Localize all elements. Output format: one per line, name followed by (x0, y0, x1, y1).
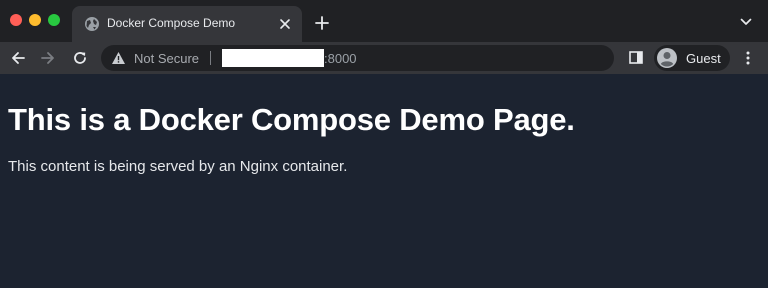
chevron-down-icon[interactable] (740, 18, 752, 26)
security-status-label[interactable]: Not Secure (134, 51, 199, 66)
back-arrow-icon[interactable] (10, 50, 26, 66)
close-tab-icon[interactable] (278, 17, 292, 31)
side-panel-icon[interactable] (629, 51, 643, 64)
browser-toolbar: Not Secure :8000 Guest (0, 42, 768, 74)
guest-avatar-icon (657, 48, 677, 68)
tab-title: Docker Compose Demo (107, 16, 236, 30)
profile-label: Guest (686, 51, 721, 66)
close-window-button[interactable] (10, 14, 22, 26)
page-content: This is a Docker Compose Demo Page. This… (0, 74, 768, 288)
zoom-window-button[interactable] (48, 14, 60, 26)
reload-icon[interactable] (72, 50, 88, 66)
more-menu-icon[interactable] (745, 51, 751, 65)
warning-triangle-icon[interactable] (111, 51, 126, 65)
url-port-text: :8000 (324, 51, 357, 66)
new-tab-plus-icon[interactable] (314, 15, 330, 31)
address-separator (210, 51, 211, 65)
address-bar[interactable]: Not Secure :8000 (101, 45, 614, 71)
globe-icon (85, 17, 99, 31)
tab-docker-compose-demo[interactable]: Docker Compose Demo (72, 6, 302, 42)
forward-arrow-icon[interactable] (40, 50, 56, 66)
tab-strip: Docker Compose Demo (0, 0, 768, 42)
url-host-redaction (222, 49, 324, 67)
minimize-window-button[interactable] (29, 14, 41, 26)
browser-window: Docker Compose Demo Not Secure:8000 Gue… (0, 0, 768, 288)
profile-button[interactable]: Guest (654, 45, 730, 71)
page-body-text: This content is being served by an Nginx… (8, 158, 348, 175)
page-heading: This is a Docker Compose Demo Page. (8, 102, 575, 137)
